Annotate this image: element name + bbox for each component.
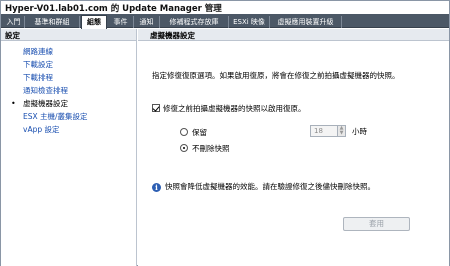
panel-description: 指定修復復原選項。如果啟用復原，將會在修復之前拍攝虛擬機器的快照。 (152, 71, 400, 80)
no-delete-radio-label: 不刪除快照 (192, 144, 230, 153)
vm-settings-panel: 虛擬機器設定 指定修復復原選項。如果啟用復原，將會在修復之前拍攝虛擬機器的快照。… (138, 29, 449, 266)
tab-getting-started[interactable]: 入門 (3, 16, 25, 28)
sidebar-item-vapp-settings[interactable]: vApp 設定 (1, 123, 136, 136)
update-manager-window: Hyper-V01.lab01.com 的 Update Manager 管理 … (0, 0, 450, 266)
tab-baselines-groups[interactable]: 基準和群組 (25, 16, 80, 28)
tab-esxi-images[interactable]: ESXi 映像 (229, 16, 270, 28)
apply-button[interactable]: 套用 (343, 217, 410, 231)
sidebar-item-network-connectivity[interactable]: 網路連線 (1, 45, 136, 58)
sidebar-list: 網路連線 下載設定 下載排程 通知檢查排程 • 虛擬機器設定 ESX 主機/叢集設… (1, 41, 136, 136)
tab-patch-repository[interactable]: 修補程式存放庫 (160, 16, 229, 28)
sidebar-header: 設定 (1, 29, 136, 41)
sidebar-item-host-cluster-settings[interactable]: ESX 主機/叢集設定 (1, 110, 136, 123)
settings-sidebar: 設定 網路連線 下載設定 下載排程 通知檢查排程 • 虛擬機器設定 ESX 主機/… (1, 29, 137, 266)
no-delete-radio[interactable] (180, 144, 188, 152)
no-delete-option[interactable]: 不刪除快照 (180, 143, 230, 154)
tab-strip: 入門 基準和群組 組態 事件 通知 修補程式存放庫 ESXi 映像 虛擬應用裝置… (1, 14, 449, 29)
info-icon: i (152, 183, 161, 192)
sidebar-item-label: 虛擬機器設定 (23, 99, 68, 108)
sidebar-item-download-settings[interactable]: 下載設定 (1, 58, 136, 71)
performance-info: i 快照會降低虛擬機器的效能。請在驗證修復之後儘快刪除快照。 (152, 181, 375, 192)
selected-bullet-icon: • (11, 99, 16, 108)
tab-events[interactable]: 事件 (108, 16, 134, 28)
info-text: 快照會降低虛擬機器的效能。請在驗證修復之後儘快刪除快照。 (165, 182, 375, 191)
sidebar-item-vm-settings[interactable]: • 虛擬機器設定 (1, 97, 136, 110)
keep-hours-value: 18 (314, 127, 323, 135)
keep-radio-label: 保留 (192, 128, 207, 137)
tab-notifications[interactable]: 通知 (134, 16, 160, 28)
keep-hours-stepper[interactable]: 18 ▲ ▼ (310, 125, 346, 137)
sidebar-item-download-schedule[interactable]: 下載排程 (1, 71, 136, 84)
keep-hours-unit: 小時 (352, 127, 367, 136)
sidebar-item-label: 網路連線 (23, 47, 53, 56)
snapshot-checkbox[interactable] (152, 104, 160, 112)
snapshot-option[interactable]: 修復之前拍攝虛擬機器的快照以啟用復原。 (152, 103, 306, 114)
sidebar-item-label: ESX 主機/叢集設定 (23, 112, 88, 121)
window-title: Hyper-V01.lab01.com 的 Update Manager 管理 (1, 1, 449, 14)
sidebar-item-label: 下載設定 (23, 60, 53, 69)
sidebar-item-label: 下載排程 (23, 73, 53, 82)
panel-title: 虛擬機器設定 (138, 29, 449, 41)
tab-va-upgrades[interactable]: 虛擬應用裝置升級 (270, 16, 342, 28)
tab-configuration[interactable]: 組態 (81, 15, 107, 29)
keep-radio[interactable] (180, 128, 188, 136)
snapshot-checkbox-label: 修復之前拍攝虛擬機器的快照以啟用復原。 (163, 104, 306, 113)
keep-snapshot-option[interactable]: 保留 (180, 127, 207, 138)
sidebar-item-label: 通知檢查排程 (23, 86, 68, 95)
sidebar-item-notification-schedule[interactable]: 通知檢查排程 (1, 84, 136, 97)
stepper-arrows-icon[interactable]: ▲ ▼ (337, 126, 345, 136)
sidebar-item-label: vApp 設定 (23, 125, 60, 134)
